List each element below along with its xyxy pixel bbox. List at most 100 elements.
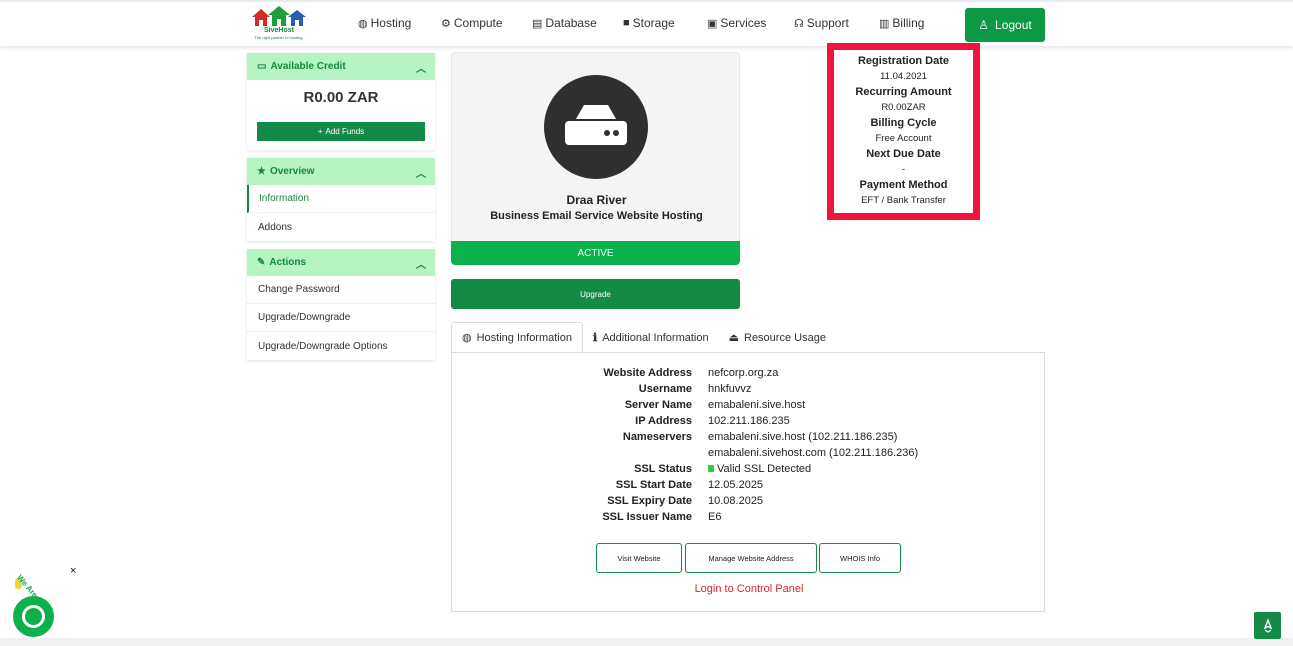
info-tabs: ◍ Hosting Information ℹ Additional Infor… [451,322,836,353]
next-due-date-label: Next Due Date [866,148,941,160]
info-label: SSL Issuer Name [602,511,692,523]
tab-additional-information[interactable]: ℹ Additional Information [583,322,719,353]
sidebar-item-upgrade-downgrade-options[interactable]: Upgrade/Downgrade Options [247,332,435,360]
info-value: emabaleni.sivehost.com (102.211.186.236) [708,447,919,459]
tab-label: Resource Usage [744,331,826,344]
sidebar-item-upgrade-downgrade[interactable]: Upgrade/Downgrade [247,304,435,332]
info-label: Website Address [603,367,692,379]
nav-compute-label: Compute [453,16,503,30]
info-icon: ℹ [593,332,598,344]
logout-button[interactable]: ♙ Logout [965,8,1045,42]
sidebar-item-change-password[interactable]: Change Password [247,276,435,304]
cube-icon: ■ [623,17,630,29]
available-credit-title: Available Credit [270,61,346,72]
tab-hosting-information[interactable]: ◍ Hosting Information [451,322,583,353]
nav-services-label: Services [720,16,767,30]
sidebar-item-addons[interactable]: Addons [247,213,435,241]
payment-method-label: Payment Method [859,179,948,191]
tab-resource-usage[interactable]: ⏏ Resource Usage [719,322,836,353]
registration-date-label: Registration Date [857,55,950,67]
receipt-icon: ▥ [879,17,890,30]
logout-label: Logout [995,18,1032,32]
overview-header[interactable]: ★ Overview ︿ [247,158,435,185]
info-label: SSL Expiry Date [607,495,692,507]
server-icon [565,105,627,145]
sidebar-item-label: Upgrade/Downgrade Options [258,340,388,352]
chevron-up-icon: ︿ [416,169,426,180]
sidebar-item-label: Information [259,193,310,204]
nav-hosting-label: Hosting [370,16,412,30]
nav-billing[interactable]: ▥ Billing [879,16,924,30]
add-funds-button[interactable]: + Add Funds [257,122,425,141]
info-value: 102.211.186.235 [708,415,790,427]
info-label: Nameservers [622,431,692,443]
info-row-server-name: Server Name emabaleni.sive.host [452,399,1046,415]
gift-icon: ▣ [707,17,718,30]
info-row-username: Username hnkfuvvz [452,383,1046,399]
product-group: Business Email Service Website Hosting [490,210,703,222]
star-icon: ★ [257,166,266,177]
footer-strip [0,638,1293,646]
money-icon: ▭ [257,61,267,72]
sidebar-item-label: Change Password [258,284,340,295]
nav-services[interactable]: ▣ Services [707,16,766,30]
actions-card: ✎ Actions ︿ Change Password Upgrade/Down… [247,249,435,360]
nav-hosting[interactable]: ◍ Hosting [358,16,411,30]
manage-website-address-button[interactable]: Manage Website Address [685,543,817,573]
upgrade-button[interactable]: Upgrade [451,279,740,309]
hosting-information-panel: Website Address nefcorp.org.za Username … [451,352,1045,612]
info-row-ssl-issuer-name: SSL Issuer Name E6 [452,511,1046,527]
info-label: IP Address [635,415,692,427]
info-value: 12.05.2025 [708,479,764,491]
globe-icon: ◍ [462,332,472,344]
info-row-ssl-start-date: SSL Start Date 12.05.2025 [452,479,1046,495]
sidebar-item-label: Upgrade/Downgrade [258,312,351,323]
logo-name: SiveHost [264,27,294,34]
visit-website-button[interactable]: Visit Website [596,543,682,573]
sidebar-item-label: Addons [258,221,292,233]
sidebar-item-information[interactable]: Information [247,185,435,213]
info-row-ssl-status: SSL Status Valid SSL Detected [452,463,1046,479]
info-row-ip-address: IP Address 102.211.186.235 [452,415,1046,431]
registration-date-value: 11.04.2021 [880,71,927,82]
info-label: SSL Start Date [615,479,692,491]
server-icon-circle [544,75,648,179]
payment-method-value: EFT / Bank Transfer [861,195,946,206]
info-value: nefcorp.org.za [708,367,779,379]
nav-support-label: Support [806,16,849,30]
chat-close-button[interactable]: × [70,565,76,577]
info-value: Valid SSL Detected [717,463,812,475]
add-funds-label: Add Funds [325,127,365,136]
credit-amount: R0.00 ZAR [303,89,379,106]
info-label: Username [638,383,692,395]
plus-icon: + [317,127,323,136]
info-value: emabaleni.sive.host (102.211.186.235) [708,431,898,443]
nav-storage[interactable]: ■ Storage [623,16,675,30]
actions-header[interactable]: ✎ Actions ︿ [247,249,435,276]
info-value: emabaleni.sive.host [708,399,806,411]
chat-launcher-button[interactable] [13,596,54,637]
nav-database[interactable]: ▤ Database [532,16,597,30]
info-row-nameserver-2: emabaleni.sivehost.com (102.211.186.236) [452,447,1046,463]
sivehost-logo[interactable]: SiveHost The right partner to hosting. [248,5,310,43]
nav-database-label: Database [545,16,597,30]
info-label: Server Name [624,399,692,411]
available-credit-header[interactable]: ▭ Available Credit ︿ [247,53,435,80]
overview-card: ★ Overview ︿ Information Addons [247,158,435,241]
info-row-website-address: Website Address nefcorp.org.za [452,367,1046,383]
hdd-icon: ⏏ [728,332,739,344]
login-control-panel-link[interactable]: Login to Control Panel [452,583,1046,595]
scroll-to-top-button[interactable] [1254,612,1281,639]
info-label: SSL Status [634,463,692,475]
nav-support[interactable]: ☊ Support [794,16,849,30]
nav-compute[interactable]: ⚙ Compute [441,16,503,30]
nav-storage-label: Storage [632,16,675,30]
next-due-date-value: - [901,164,906,175]
headset-icon: ☊ [794,17,804,30]
whois-info-button[interactable]: WHOIS Info [819,543,901,573]
actions-title: Actions [269,257,307,268]
info-row-nameservers: Nameservers emabaleni.sive.host (102.211… [452,431,1046,447]
logo-tagline: The right partner to hosting. [254,35,304,40]
lock-icon [708,465,714,472]
database-icon: ▤ [532,17,543,30]
